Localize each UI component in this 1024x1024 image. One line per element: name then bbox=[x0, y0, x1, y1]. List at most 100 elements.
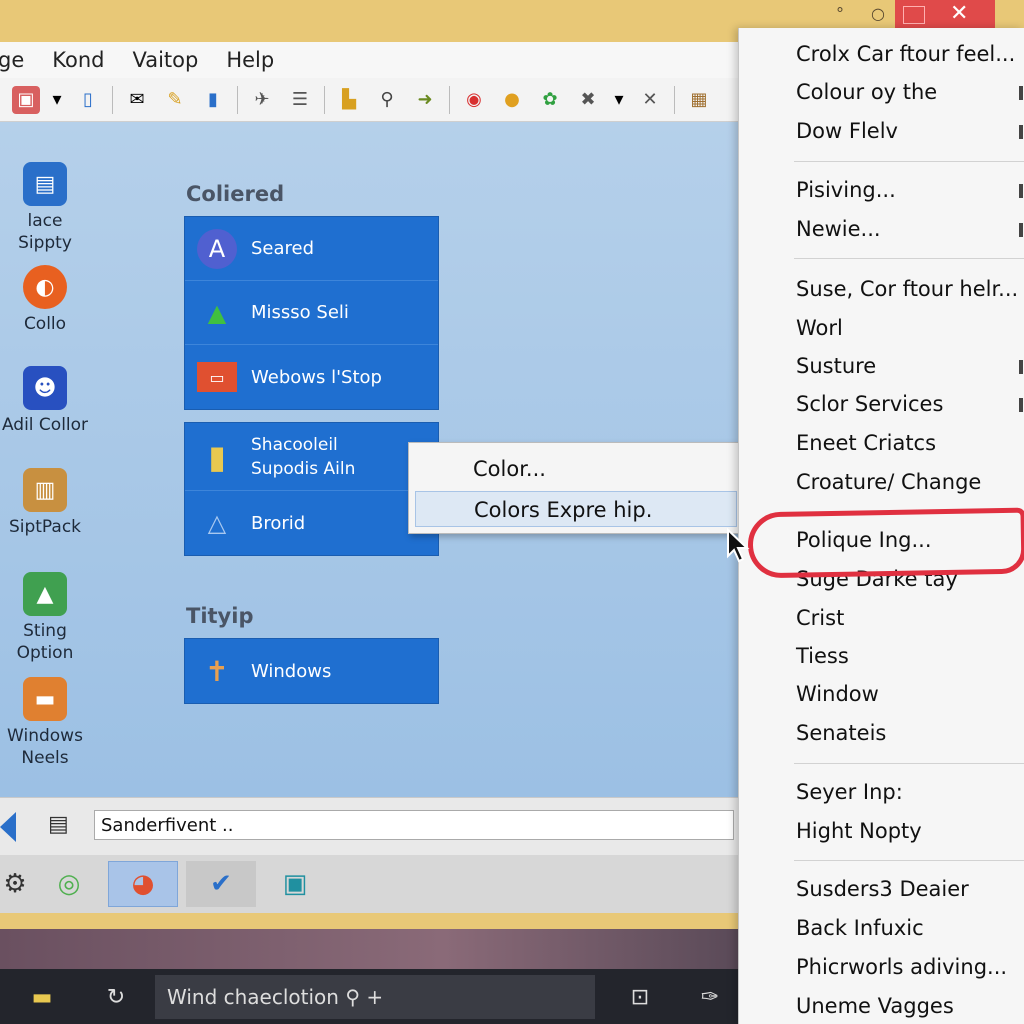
phone-icon[interactable]: ▯ bbox=[74, 86, 102, 114]
panel-item[interactable]: △ Brorid bbox=[185, 491, 438, 555]
menu-item[interactable]: ge bbox=[0, 48, 24, 72]
list-icon[interactable]: ☰ bbox=[286, 86, 314, 114]
checkmark-icon[interactable]: ✔ bbox=[186, 861, 256, 907]
bag-icon: ▲ bbox=[23, 572, 67, 616]
globe-icon[interactable]: ◉ bbox=[460, 86, 488, 114]
app-icon[interactable]: ▣ bbox=[260, 861, 330, 907]
panel-tityip: ✝ Windows bbox=[184, 638, 439, 704]
menu-item[interactable]: Worl bbox=[796, 316, 843, 340]
context-menu-item-color[interactable]: Color... bbox=[415, 451, 737, 487]
panel-item-label: Seared bbox=[251, 238, 315, 259]
section-title-tityip: Tityip bbox=[186, 604, 254, 628]
menu-separator bbox=[794, 161, 1024, 162]
chrome-icon[interactable]: ◕ bbox=[108, 861, 178, 907]
brush-icon[interactable]: ✑ bbox=[694, 981, 726, 1013]
panel-item[interactable]: ▭ Webows l'Stop bbox=[185, 345, 438, 409]
menu-separator bbox=[794, 258, 1024, 259]
triangle-icon: ▲ bbox=[207, 298, 227, 327]
coin-icon[interactable]: ● bbox=[498, 86, 526, 114]
submenu-arrow-icon bbox=[1019, 125, 1023, 139]
menu-item[interactable]: Dow Flelv bbox=[796, 119, 898, 143]
arrow-icon[interactable]: ➜ bbox=[411, 86, 439, 114]
gear-green-icon[interactable]: ✿ bbox=[536, 86, 564, 114]
magnifier-icon[interactable]: ⚲ bbox=[373, 86, 401, 114]
submenu-arrow-icon bbox=[1019, 398, 1023, 412]
icon-strip: ⚙ ◎ ◕ ✔ ▣ bbox=[0, 855, 740, 913]
desktop-icon[interactable]: ▤ lace Sippty bbox=[0, 162, 90, 254]
menu-item[interactable]: Seyer Inp: bbox=[796, 780, 903, 804]
menu-item-kond[interactable]: Kond bbox=[52, 48, 104, 72]
picture-icon[interactable]: ▦ bbox=[685, 86, 713, 114]
window-bottom-edge bbox=[0, 913, 740, 929]
close-icon: ✕ bbox=[950, 1, 969, 26]
chart-icon[interactable]: ▙ bbox=[335, 86, 363, 114]
menu-item[interactable]: Eneet Criatcs bbox=[796, 431, 936, 455]
menu-item[interactable]: Uneme Vagges bbox=[796, 994, 954, 1018]
submenu-arrow-icon bbox=[1019, 360, 1023, 374]
package-icon: ▥ bbox=[23, 468, 67, 512]
menu-item[interactable]: Back Infuxic bbox=[796, 916, 924, 940]
menu-item-vaitop[interactable]: Vaitop bbox=[132, 48, 198, 72]
maximize-icon bbox=[903, 6, 925, 24]
panel-item[interactable]: A Seared bbox=[185, 217, 438, 281]
refresh-icon[interactable]: ↻ bbox=[100, 981, 132, 1013]
taskbar: ▬ ↻ Wind chaeclotion ⚲ + ⊡ ✑ bbox=[0, 969, 740, 1024]
taskbar-search[interactable]: Wind chaeclotion ⚲ + bbox=[155, 975, 595, 1019]
restore-icon: ○ bbox=[871, 4, 885, 23]
panel-item-label: Missso Seli bbox=[251, 302, 349, 323]
panel-item[interactable]: ▮ Shacooleil Supodis Ailn bbox=[185, 423, 438, 491]
panel-item[interactable]: ▲ Missso Seli bbox=[185, 281, 438, 345]
menu-item[interactable]: Suse, Cor ftour helr... bbox=[796, 277, 1018, 301]
desktop-icon[interactable]: ☻ Adil Collor bbox=[0, 366, 90, 436]
minimize-icon: ° bbox=[836, 4, 844, 23]
menu-item[interactable]: Pisiving... bbox=[796, 178, 896, 202]
desktop-icon[interactable]: ▲ Sting Option bbox=[0, 572, 90, 664]
menu-item[interactable]: Newie... bbox=[796, 217, 881, 241]
panel-item-label: Windows bbox=[251, 660, 332, 682]
desktop-icon[interactable]: ◐ Collo bbox=[0, 265, 90, 335]
x-icon[interactable]: ✕ bbox=[636, 86, 664, 114]
minimize-button[interactable]: ° bbox=[830, 0, 850, 28]
menu-item[interactable]: Senateis bbox=[796, 721, 886, 745]
menu-item[interactable]: Sclor Services bbox=[796, 392, 943, 416]
lock-icon[interactable]: ⊡ bbox=[624, 981, 656, 1013]
file-explorer-icon[interactable]: ▬ bbox=[26, 981, 58, 1013]
toolbar-divider bbox=[449, 85, 450, 114]
menu-item-help[interactable]: Help bbox=[226, 48, 274, 72]
menu-item[interactable]: Window bbox=[796, 682, 879, 706]
image-icon[interactable]: ▣ bbox=[12, 85, 40, 114]
menu-item[interactable]: Susture bbox=[796, 354, 876, 378]
menu-item[interactable]: Croature/ Change bbox=[796, 470, 981, 494]
plane-icon[interactable]: ✈ bbox=[248, 86, 276, 114]
cross-icon[interactable]: ✖ bbox=[574, 86, 602, 114]
refresh-icon[interactable]: ◎ bbox=[34, 861, 104, 907]
wand-icon[interactable]: ✎ bbox=[161, 86, 189, 114]
mail-icon[interactable]: ✉ bbox=[123, 86, 151, 114]
menu-item[interactable]: Crist bbox=[796, 606, 844, 630]
restore-button[interactable]: ○ bbox=[866, 0, 890, 28]
menu-item[interactable]: Hight Nopty bbox=[796, 819, 922, 843]
address-input[interactable] bbox=[94, 810, 734, 840]
menu-item[interactable]: Colour oy the bbox=[796, 80, 937, 104]
menu-item[interactable]: Crolx Car ftour feel... bbox=[796, 42, 1015, 66]
address-bar: ▤ bbox=[0, 797, 740, 855]
context-menu-item-colors-express[interactable]: Colors Expre hip. bbox=[415, 491, 737, 527]
dropdown-arrow-icon[interactable]: ▾ bbox=[612, 86, 626, 114]
menu-item[interactable]: Phicrworls adiving... bbox=[796, 955, 1007, 979]
desktop-icon-label: Collo bbox=[23, 314, 67, 334]
device-icon[interactable]: ▮ bbox=[199, 86, 227, 114]
menu-separator bbox=[794, 763, 1024, 764]
panel-item[interactable]: ✝ Windows bbox=[185, 639, 438, 703]
back-arrow-icon[interactable] bbox=[0, 812, 16, 842]
dropdown-arrow-icon[interactable]: ▾ bbox=[50, 86, 64, 114]
triangle-outline-icon: △ bbox=[207, 509, 227, 537]
desktop-icon[interactable]: ▥ SiptPack bbox=[0, 468, 90, 538]
desktop-icon[interactable]: ▬ Windows Neels bbox=[0, 677, 90, 769]
close-button[interactable]: ✕ bbox=[895, 0, 995, 30]
printer-icon[interactable]: ▤ bbox=[48, 812, 76, 840]
context-menu-small: Color... Colors Expre hip. bbox=[408, 442, 740, 534]
menu-item[interactable]: Tiess bbox=[796, 644, 849, 668]
panel-coliered: A Seared ▲ Missso Seli ▭ Webows l'Stop bbox=[184, 216, 439, 410]
toolbar-divider bbox=[324, 85, 325, 114]
menu-item[interactable]: Susders3 Deaier bbox=[796, 877, 969, 901]
